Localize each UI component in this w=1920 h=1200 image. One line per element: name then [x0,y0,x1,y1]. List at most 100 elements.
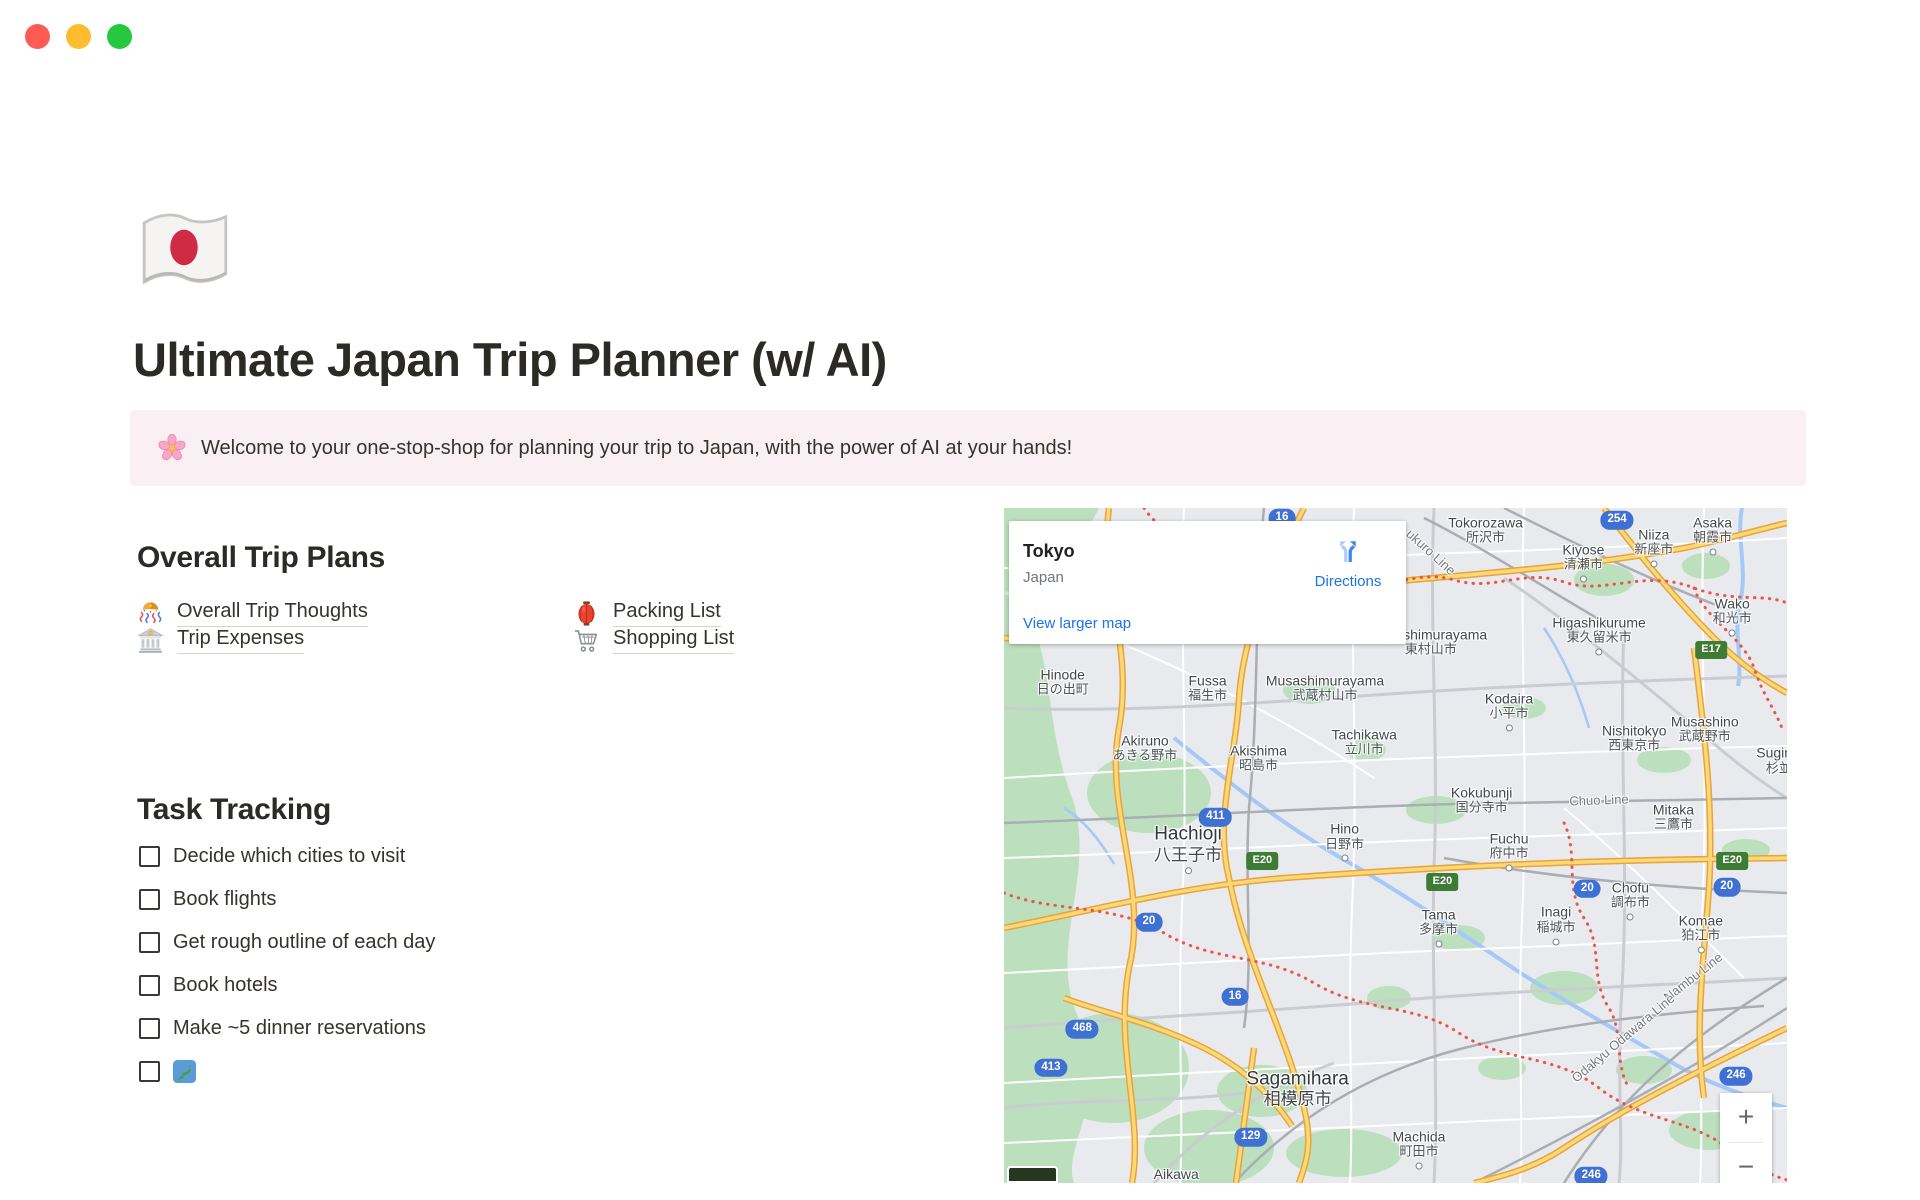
map-route-shield: 20 [1135,913,1163,932]
bank-icon [137,627,164,654]
to-do-label: Book hotels [173,974,278,996]
satellite-layer-thumbnail[interactable] [1007,1166,1058,1183]
page-link-label: Packing List [613,600,721,627]
map-place-label: Tama 多摩市 [1419,906,1458,948]
map-place-label: Suginami杉並区 [1756,744,1787,776]
map-place-label: Hachioji 八王子市 [1154,823,1222,875]
view-larger-map-link[interactable]: View larger map [1023,615,1131,632]
map-route-shield: E17 [1695,640,1727,659]
close-button[interactable] [25,24,50,49]
map-place-label: Tachikawa 立川市 [1331,726,1397,757]
to-do-label: Book flights [173,888,277,910]
map-route-shield: 246 [1719,1067,1753,1086]
page-link-trip-expenses[interactable]: Trip Expenses [137,627,573,654]
map-place-label: Kiyose 清瀬市 [1562,541,1604,583]
map-place-label: Hino 日野市 [1325,821,1364,862]
to-do-item: Book flights [139,878,435,921]
to-do-item: Get rough outline of each day [139,921,435,964]
map-route-shield: 246 [1574,1167,1608,1183]
to-do-item: Make ~5 dinner reservations [139,1007,435,1050]
map-info-card: Tokyo Japan Directions View larger map [1009,521,1406,644]
japan-flag-icon[interactable] [134,198,236,304]
map-place-label: Kodaira 小平市 [1485,690,1533,732]
map-place-label: Tokorozawa 所沢市 [1448,514,1523,545]
map-place-label: Aikawa [1153,1165,1199,1182]
page-link-shopping-list[interactable]: Shopping List [573,627,993,654]
to-do-label: Make ~5 dinner reservations [173,1017,426,1039]
map-route-shield: 20 [1713,878,1741,897]
map-place-label: Akishima 昭島市 [1230,742,1287,773]
minimize-button[interactable] [66,24,91,49]
map-place-label: Fuchu 府中市 [1490,830,1529,872]
to-do-checkbox[interactable] [139,889,160,910]
cherry-blossom-icon [157,433,187,463]
to-do-item: Decide which cities to visit [139,835,435,878]
to-do-checkbox[interactable] [139,975,160,996]
map-place-label: Akiruno あきる野市 [1112,732,1178,763]
to-do-label: Decide which cities to visit [173,845,406,867]
confetti-ball-icon [137,600,164,627]
page-link-label: Trip Expenses [177,627,305,654]
page-title[interactable]: Ultimate Japan Trip Planner (w/ AI) [133,332,887,387]
map-place-label: Higashikurume 東久留米市 [1552,614,1646,656]
to-do-checkbox[interactable] [139,846,160,867]
google-map-embed[interactable]: Tokorozawa 所沢市 Asaka 朝霞市 Niiza 新座市 Kiyose 清瀬市 Wa… [1004,508,1787,1183]
task-list: Decide which cities to visit Book flights… [139,835,435,1093]
map-route-shield: E20 [1716,852,1748,871]
map-route-shield: 16 [1221,987,1249,1006]
map-route-shield: 129 [1234,1127,1268,1147]
to-do-checkbox[interactable] [139,1061,160,1082]
map-route-shield: 413 [1034,1058,1068,1077]
page-link-label: Shopping List [613,627,735,654]
zoom-button[interactable] [107,24,132,49]
zoom-in-button[interactable]: + [1720,1093,1772,1142]
map-place-label: Kokubunji 国分寺市 [1450,784,1513,815]
map-zoom-controls: + − [1720,1093,1772,1183]
map-place-label: Machida 町田市 [1393,1129,1445,1170]
trip-plan-links: Overall Trip Thoughts Trip Expenses Pack… [137,600,993,654]
map-route-shield: 411 [1199,807,1232,827]
to-do-label: Get rough outline of each day [173,931,436,953]
map-place-label: Chofu 調布市 [1611,879,1650,921]
map-place-label: Sagamihara 相模原市 [1246,1067,1349,1109]
map-route-shield: 20 [1573,879,1601,898]
window-controls [25,24,132,49]
map-card-title: Tokyo [1023,541,1075,561]
map-place-label: Komae 狛江市 [1679,912,1723,954]
map-place-label: Fussa 福生市 [1188,672,1228,703]
page-link-packing-list[interactable]: Packing List [573,600,993,627]
to-do-checkbox[interactable] [139,1018,160,1039]
map-rail-line-label: Odakyu Odawara Line [1568,990,1677,1086]
to-do-item [139,1050,435,1093]
directions-label: Directions [1314,573,1382,590]
welcome-callout: Welcome to your one-stop-shop for planni… [130,410,1806,486]
page-link-overall-trip-thoughts[interactable]: Overall Trip Thoughts [137,600,573,627]
map-place-label: Mitaka 三鷹市 [1652,801,1695,832]
to-do-checkbox[interactable] [139,932,160,953]
map-route-shield: 254 [1600,510,1634,530]
directions-button[interactable]: Directions [1305,537,1391,590]
directions-icon [1333,537,1363,567]
map-place-label: Musashino 武蔵野市 [1670,713,1739,744]
map-place-label: Hinode 日の出町 [1036,666,1089,697]
to-do-item: Book hotels [139,964,435,1007]
zoom-out-button[interactable]: − [1720,1142,1772,1183]
callout-text: Welcome to your one-stop-shop for planni… [201,436,1073,459]
map-place-label: Asaka 朝霞市 [1693,514,1732,556]
map-route-shield: 468 [1065,1019,1099,1039]
map-card-subtitle: Japan [1023,569,1064,586]
map-route-shield: E20 [1246,852,1279,871]
map-place-label: Musashimurayama 武蔵村山市 [1265,672,1385,703]
japan-map-icon [173,1060,196,1083]
map-place-label: Inagi 稲城市 [1536,904,1576,945]
map-place-label: Niiza 新座市 [1634,527,1673,568]
map-route-shield: E20 [1426,872,1459,891]
section-heading-trip-plans: Overall Trip Plans [137,541,386,574]
map-place-label: Wako 和光市 [1713,595,1752,637]
shopping-cart-icon [573,627,600,654]
lantern-icon [573,600,600,627]
section-heading-task-tracking: Task Tracking [137,793,331,826]
map-place-label: Nishitokyo 西東京市 [1602,721,1667,753]
map-rail-line-label: Chuo Line [1569,791,1629,809]
page-link-label: Overall Trip Thoughts [177,600,368,627]
